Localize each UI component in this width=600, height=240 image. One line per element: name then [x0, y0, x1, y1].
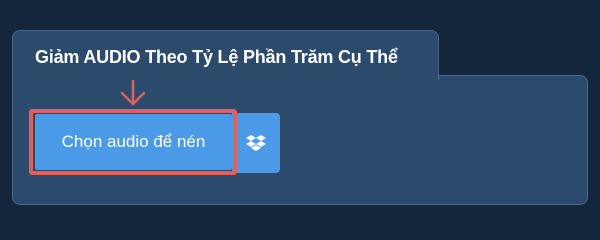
- down-arrow-icon: [120, 80, 146, 106]
- dropbox-icon: [246, 135, 266, 151]
- panel-title: Giảm AUDIO Theo Tỷ Lệ Phần Trăm Cụ Thể: [35, 47, 398, 67]
- tab-joint: [13, 74, 438, 78]
- compress-audio-panel: Giảm AUDIO Theo Tỷ Lệ Phần Trăm Cụ Thể C…: [0, 0, 600, 230]
- highlight-box: [29, 109, 237, 175]
- dropbox-button[interactable]: [232, 113, 280, 173]
- panel-tab: Giảm AUDIO Theo Tỷ Lệ Phần Trăm Cụ Thể: [12, 30, 439, 80]
